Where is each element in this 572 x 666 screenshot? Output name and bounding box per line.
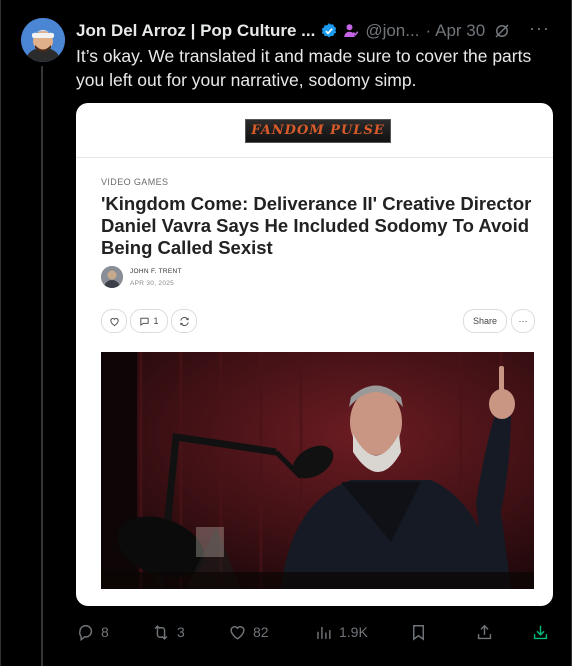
tweet-text: It’s okay. We translated it and made sur… (76, 46, 532, 90)
card-category[interactable]: VIDEO GAMES (101, 177, 168, 187)
author-avatar[interactable] (21, 18, 65, 62)
like-count: 82 (253, 624, 269, 640)
affiliate-person-icon (344, 24, 359, 37)
fandom-pulse-logo: FANDOM PULSE (245, 119, 391, 143)
card-pub-date: APR 30, 2025 (130, 280, 175, 287)
download-icon (533, 625, 548, 639)
tweet-date[interactable]: Apr 30 (435, 21, 485, 41)
views-icon (317, 626, 331, 639)
bookmark-button[interactable] (409, 620, 434, 644)
card-restack-button[interactable] (171, 309, 197, 333)
share-button[interactable] (475, 620, 500, 644)
repost-button[interactable]: 3 (151, 620, 185, 644)
card-more-button[interactable]: ··· (511, 309, 535, 333)
card-comment-count: 1 (153, 316, 159, 326)
heart-icon (109, 317, 119, 326)
card-share-label: Share (472, 316, 498, 326)
logo-text: FANDOM PULSE (251, 123, 385, 138)
card-headline[interactable]: 'Kingdom Come: Deliverance II' Creative … (101, 193, 541, 259)
repost-count: 3 (177, 624, 185, 640)
reply-count: 8 (101, 624, 109, 640)
link-card[interactable]: FANDOM PULSE VIDEO GAMES 'Kingdom Come: … (76, 103, 553, 606)
card-comment-button[interactable]: 1 (130, 309, 168, 333)
like-icon (230, 625, 245, 640)
more-options-button[interactable]: ··· (529, 18, 550, 39)
grok-icon[interactable] (493, 22, 511, 40)
tweet-header: Jon Del Arroz | Pop Culture ... @jon... … (76, 20, 558, 42)
share-icon (477, 624, 492, 639)
view-count: 1.9K (339, 624, 368, 640)
comment-icon (140, 317, 150, 326)
card-more-label: ··· (518, 316, 528, 326)
views-button[interactable]: 1.9K (314, 620, 368, 644)
card-author[interactable]: JOHN F. TRENT (130, 268, 182, 275)
card-image[interactable] (101, 352, 534, 589)
restack-icon (179, 316, 189, 326)
bookmark-icon (413, 624, 424, 641)
card-like-button[interactable] (101, 309, 127, 333)
tweet-actions: 8 3 82 1.9K (76, 620, 556, 644)
thread-line (41, 66, 43, 666)
card-author-avatar (101, 266, 123, 288)
header-separator: · (425, 21, 432, 40)
reply-icon (79, 624, 93, 641)
author-name[interactable]: Jon Del Arroz | Pop Culture ... (76, 21, 315, 41)
download-button[interactable] (531, 620, 556, 644)
card-masthead: FANDOM PULSE (76, 103, 553, 158)
repost-icon (154, 624, 168, 640)
verified-badge-icon (322, 23, 337, 38)
like-button[interactable]: 82 (228, 620, 269, 644)
frame-left-border (0, 0, 1, 666)
card-share-button[interactable]: Share (463, 309, 507, 333)
reply-button[interactable]: 8 (76, 620, 109, 644)
author-handle[interactable]: @jon... (365, 21, 419, 41)
